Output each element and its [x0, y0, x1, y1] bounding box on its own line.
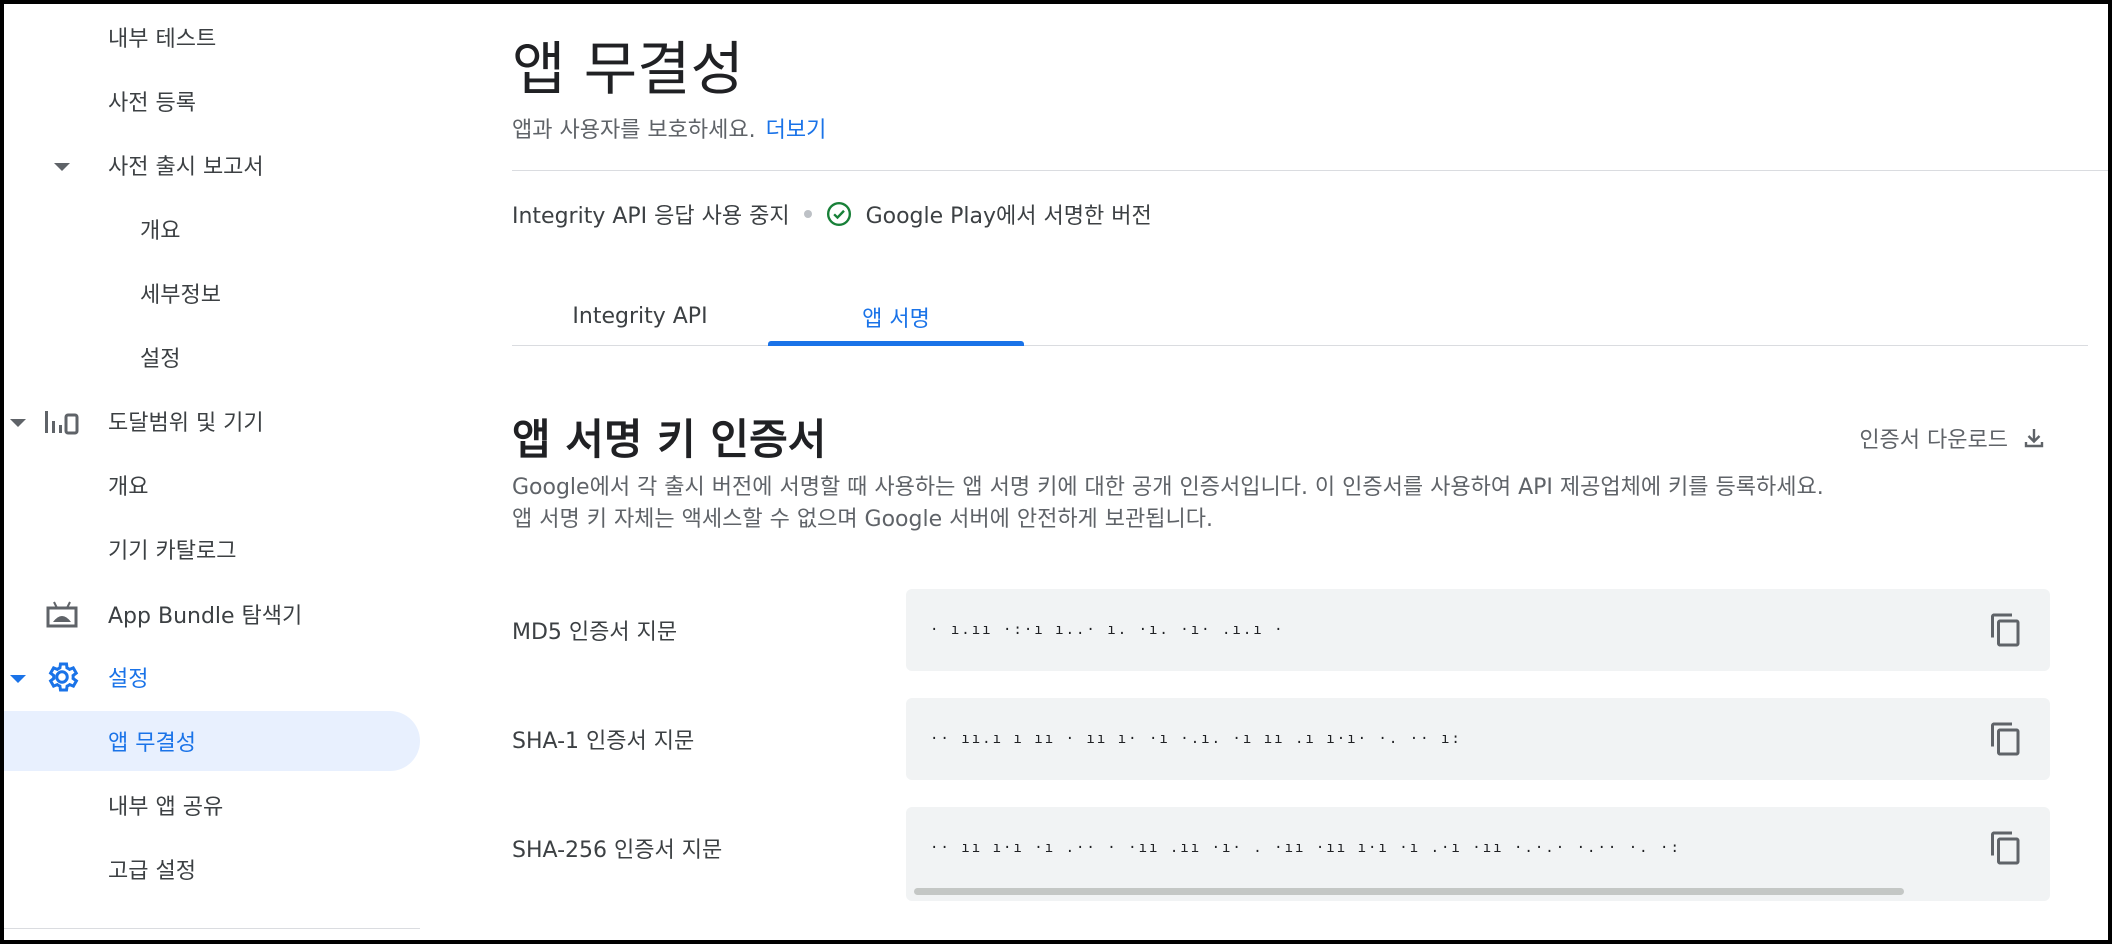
- sidebar-nav: 내부 테스트 사전 등록 사전 출시 보고서 개요 세부정보 설정 도달범위 및: [4, 4, 424, 940]
- fingerprint-value[interactable]: ·· ıı ı·ı ·ı .·· · ·ıı .ıı ·ı· . ·ıı ·ıı…: [930, 807, 1970, 889]
- sidebar-item-label: 기기 카탈로그: [108, 539, 237, 564]
- sidebar-item-label: 내부 테스트: [108, 27, 217, 52]
- sidebar-item-label: 도달범위 및 기기: [108, 411, 264, 436]
- status-row: Integrity API 응답 사용 중지 Google Play에서 서명한…: [512, 198, 1152, 230]
- sidebar-item-pre-registration[interactable]: 사전 등록: [4, 71, 420, 131]
- tab-label: 앱 서명: [862, 306, 930, 332]
- header-divider: [512, 170, 2108, 171]
- check-circle-icon: [826, 201, 851, 227]
- page-subtitle: 앱과 사용자를 보호하세요. 더보기: [512, 112, 826, 144]
- download-certificate-button[interactable]: 인증서 다운로드: [1859, 422, 2046, 454]
- sidebar-item-prelaunch-settings[interactable]: 설정: [4, 327, 420, 387]
- sidebar-item-label: 내부 앱 공유: [108, 795, 224, 820]
- fingerprint-label: MD5 인증서 지문: [512, 620, 678, 645]
- copy-icon[interactable]: [1988, 830, 2024, 866]
- sidebar-item-label: 설정: [108, 667, 149, 692]
- app-window: 내부 테스트 사전 등록 사전 출시 보고서 개요 세부정보 설정 도달범위 및: [0, 0, 2112, 944]
- sidebar-item-label: 앱 무결성: [108, 731, 196, 756]
- description-line: Google에서 각 출시 버전에 서명할 때 사용하는 앱 서명 키에 대한 …: [512, 475, 1824, 500]
- sidebar-item-reach-overview[interactable]: 개요: [4, 455, 420, 515]
- caret-down-icon[interactable]: [10, 419, 26, 427]
- sidebar-divider: [4, 928, 420, 929]
- fingerprint-label: SHA-1 인증서 지문: [512, 729, 695, 754]
- sidebar-item-internal-test[interactable]: 내부 테스트: [4, 7, 420, 67]
- sidebar-item-label: 세부정보: [140, 283, 221, 308]
- sidebar-item-advanced-settings[interactable]: 고급 설정: [4, 839, 420, 899]
- fingerprint-label: SHA-256 인증서 지문: [512, 838, 723, 863]
- sidebar-item-label: App Bundle 탐색기: [108, 604, 303, 629]
- page-title: 앱 무결성: [512, 35, 744, 103]
- md5-fingerprint-row: MD5 인증서 지문 · ı.ıı ·:·ı ı..· ı. ·ı. ·ı· .…: [512, 589, 2052, 671]
- integrity-api-status: Integrity API 응답 사용 중지: [512, 204, 790, 229]
- bar-chart-icon: [45, 411, 79, 435]
- section-title: 앱 서명 키 인증서: [512, 415, 827, 464]
- tab-label: Integrity API: [572, 304, 708, 329]
- copy-icon[interactable]: [1988, 612, 2024, 648]
- sidebar-item-prelaunch-overview[interactable]: 개요: [4, 199, 420, 259]
- download-label: 인증서 다운로드: [1859, 428, 2008, 453]
- sidebar-item-label: 사전 등록: [108, 91, 196, 116]
- caret-down-icon[interactable]: [54, 163, 70, 171]
- fingerprint-field: · ı.ıı ·:·ı ı..· ı. ·ı. ·ı· .ı.ı ·: [906, 589, 2050, 671]
- signing-status: Google Play에서 서명한 버전: [865, 204, 1152, 229]
- more-link[interactable]: 더보기: [766, 118, 827, 143]
- android-bundle-icon: [46, 601, 78, 628]
- sidebar-item-internal-app-sharing[interactable]: 내부 앱 공유: [4, 775, 420, 835]
- gear-icon: [48, 662, 79, 692]
- tab-bar: Integrity API 앱 서명: [512, 288, 2088, 346]
- subtitle-text: 앱과 사용자를 보호하세요.: [512, 118, 756, 143]
- sidebar-item-label: 설정: [140, 347, 181, 372]
- fingerprint-value[interactable]: · ı.ıı ·:·ı ı..· ı. ·ı. ·ı· .ı.ı ·: [930, 589, 1970, 671]
- main-content: 앱 무결성 앱과 사용자를 보호하세요. 더보기 Integrity API 응답…: [504, 4, 2108, 940]
- sha1-fingerprint-row: SHA-1 인증서 지문 ·· ıı.ı ı ıı · ıı ı· ·ı ·.ı…: [512, 698, 2052, 780]
- description-line: 앱 서명 키 자체는 액세스할 수 없으며 Google 서버에 안전하게 보관…: [512, 507, 1213, 532]
- sidebar-item-label: 개요: [140, 219, 181, 244]
- horizontal-scrollbar[interactable]: [914, 888, 1904, 895]
- fingerprint-value[interactable]: ·· ıı.ı ı ıı · ıı ı· ·ı ·.ı. ·ı ıı .ı ı·…: [930, 698, 1970, 780]
- separator-dot: [803, 210, 812, 218]
- tab-app-signing[interactable]: 앱 서명: [768, 288, 1024, 346]
- download-icon: [2024, 429, 2044, 448]
- fingerprint-field: ·· ıı.ı ı ıı · ıı ı· ·ı ·.ı. ·ı ıı .ı ı·…: [906, 698, 2050, 780]
- tab-integrity-api[interactable]: Integrity API: [512, 288, 768, 345]
- sidebar-item-device-catalog[interactable]: 기기 카탈로그: [4, 519, 420, 579]
- sidebar-item-app-bundle-explorer[interactable]: App Bundle 탐색기: [4, 584, 420, 644]
- sidebar-item-settings[interactable]: 설정: [4, 647, 420, 707]
- sidebar-item-reach-devices[interactable]: 도달범위 및 기기: [4, 391, 420, 451]
- sidebar-item-pre-launch-report[interactable]: 사전 출시 보고서: [4, 135, 420, 195]
- sidebar-item-app-integrity[interactable]: 앱 무결성: [4, 711, 420, 771]
- copy-icon[interactable]: [1988, 721, 2024, 757]
- fingerprint-field: ·· ıı ı·ı ·ı .·· · ·ıı .ıı ·ı· . ·ıı ·ıı…: [906, 807, 2050, 901]
- section-description: Google에서 각 출시 버전에 서명할 때 사용하는 앱 서명 키에 대한 …: [512, 472, 1824, 536]
- sidebar-item-label: 사전 출시 보고서: [108, 155, 264, 180]
- active-tab-indicator: [768, 341, 1024, 346]
- caret-down-icon[interactable]: [10, 675, 26, 683]
- sidebar-item-prelaunch-details[interactable]: 세부정보: [4, 263, 420, 323]
- sidebar-item-label: 고급 설정: [108, 859, 196, 884]
- sha256-fingerprint-row: SHA-256 인증서 지문 ·· ıı ı·ı ·ı .·· · ·ıı .ı…: [512, 807, 2052, 901]
- sidebar-item-label: 개요: [108, 475, 149, 500]
